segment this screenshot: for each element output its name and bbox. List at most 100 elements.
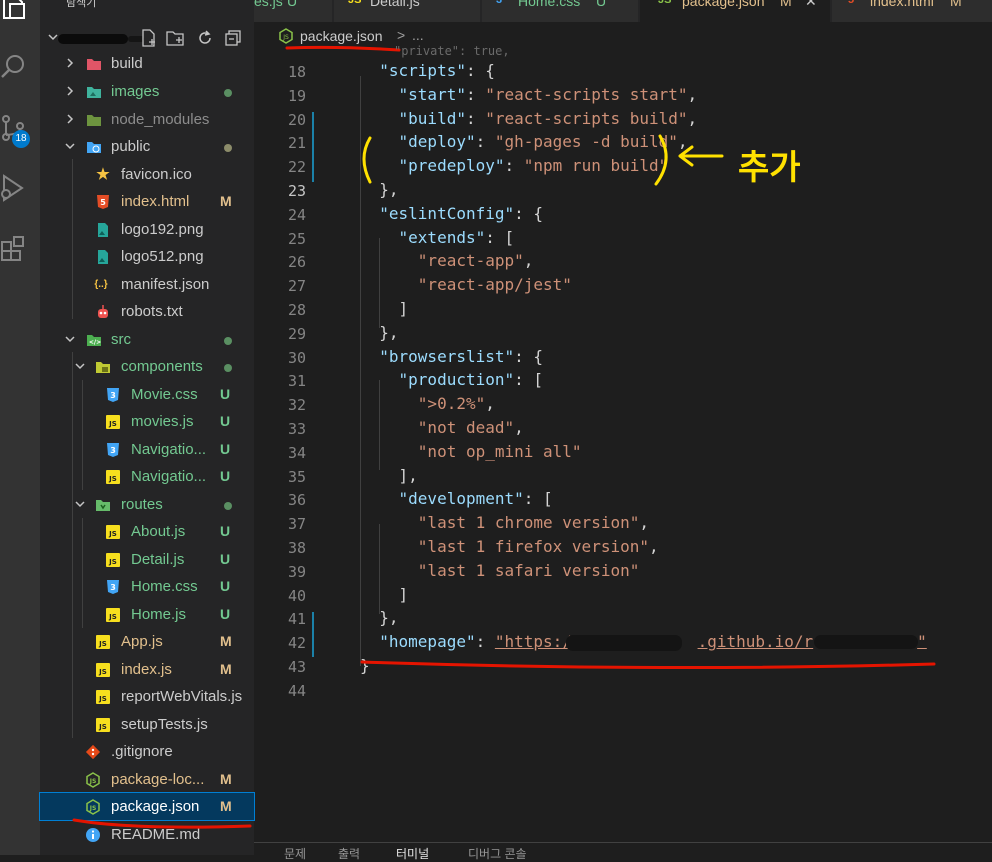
tree-item-routes[interactable]: routes <box>40 491 254 518</box>
tree-item-robots[interactable]: robots.txt <box>40 298 254 325</box>
tree-item-home-js[interactable]: JS Home.js U <box>40 601 254 628</box>
tab-label: es.js <box>254 0 283 9</box>
tree-item-app-js[interactable]: JS App.js M <box>40 628 254 655</box>
code-line[interactable]: 18 "scripts": { <box>254 60 992 84</box>
code-line[interactable]: 19 "start": "react-scripts start", <box>254 84 992 108</box>
code-line[interactable]: 30 "browserslist": { <box>254 346 992 370</box>
tree-item-images[interactable]: images <box>40 78 254 105</box>
json-key: "production" <box>398 370 515 390</box>
code-line[interactable]: 24 "eslintConfig": { <box>254 203 992 227</box>
svg-text:JS: JS <box>108 613 117 621</box>
code-line[interactable]: 33 "not dead", <box>254 417 992 441</box>
tree-item-public[interactable]: public <box>40 133 254 160</box>
tree-item-components[interactable]: components <box>40 353 254 380</box>
tree-item-build[interactable]: build <box>40 50 254 77</box>
code-line[interactable]: 25 "extends": [ <box>254 227 992 251</box>
more-actions-icon[interactable]: ··· <box>216 0 232 8</box>
code-line[interactable]: 28 ] <box>254 298 992 322</box>
tree-item-movie-css[interactable]: 3 Movie.css U <box>40 381 254 408</box>
code-line[interactable]: 41 }, <box>254 607 992 631</box>
svg-text:JS: JS <box>98 723 107 731</box>
chevron-right-icon <box>67 58 74 68</box>
tree-item-label: Movie.css <box>131 386 198 403</box>
indent-guide <box>379 524 380 614</box>
code-token: , <box>687 108 698 128</box>
tree-item-favicon[interactable]: ★ favicon.ico <box>40 161 254 188</box>
tab-movies-js[interactable]: es.js U <box>254 0 332 22</box>
tree-item-about-js[interactable]: JS About.js U <box>40 518 254 545</box>
code-line[interactable]: 37 "last 1 chrome version", <box>254 512 992 536</box>
new-file-icon[interactable] <box>140 29 158 47</box>
tree-item-gitignore[interactable]: .gitignore <box>40 738 254 765</box>
panel-tab-output[interactable]: 출력 <box>338 845 360 862</box>
code-line[interactable]: 35 ], <box>254 465 992 489</box>
js-icon: JS <box>95 662 111 678</box>
tab-index-html[interactable]: 5 index.html M <box>832 0 992 22</box>
explorer-sidebar: 탐색기 ··· build images node_modules public… <box>39 0 255 855</box>
panel-tab-problems[interactable]: 문제 <box>284 845 306 862</box>
tree-item-src[interactable]: </> src <box>40 326 254 353</box>
indent-guide <box>379 238 380 328</box>
modified-dot <box>224 337 232 345</box>
collapse-all-icon[interactable] <box>224 29 242 47</box>
code-token: : { <box>514 346 544 366</box>
tree-item-manifest[interactable]: {..} manifest.json <box>40 271 254 298</box>
tree-item-setup-tests[interactable]: JS setupTests.js <box>40 711 254 738</box>
run-debug-icon[interactable] <box>0 174 28 202</box>
close-icon[interactable]: ✕ <box>805 0 817 10</box>
explorer-icon[interactable] <box>0 0 28 22</box>
svg-text:3: 3 <box>110 446 116 455</box>
code-line[interactable]: 32 ">0.2%", <box>254 393 992 417</box>
tab-home-css[interactable]: 3 Home.css U <box>482 0 638 22</box>
workspace-root-row[interactable] <box>40 26 254 48</box>
tree-item-label: movies.js <box>131 413 194 430</box>
git-status: U <box>220 523 231 539</box>
code-text: "last 1 chrome version", <box>360 513 649 532</box>
line-number: 29 <box>287 324 306 343</box>
line-number: 40 <box>287 586 306 605</box>
tab-detail-js[interactable]: JS Detail.js <box>334 0 480 22</box>
code-line[interactable]: 38 "last 1 firefox version", <box>254 536 992 560</box>
tree-item-index-js[interactable]: JS index.js M <box>40 656 254 683</box>
svg-text:JS: JS <box>108 420 117 428</box>
tree-item-node-modules[interactable]: node_modules <box>40 106 254 133</box>
tree-item-index-html[interactable]: 5 index.html M <box>40 188 254 215</box>
code-line[interactable]: 26 "react-app", <box>254 250 992 274</box>
tree-item-logo512[interactable]: logo512.png <box>40 243 254 270</box>
code-line[interactable]: 31 "production": [ <box>254 369 992 393</box>
js-icon: JS <box>105 414 121 430</box>
code-line[interactable]: 44 <box>254 679 992 703</box>
tab-status: U <box>287 0 298 9</box>
refresh-icon[interactable] <box>196 29 214 47</box>
search-icon[interactable] <box>0 52 28 80</box>
tree-item-report-web-vitals[interactable]: JS reportWebVitals.js <box>40 683 254 710</box>
code-line[interactable]: 29 }, <box>254 322 992 346</box>
json-key: "build" <box>398 108 466 128</box>
code-editor[interactable]: "private": true, 18 "scripts": {19 "star… <box>254 44 992 842</box>
tree-item-home-css[interactable]: 3 Home.css U <box>40 573 254 600</box>
tree-item-package-lock[interactable]: JS package-loc... M <box>40 766 254 793</box>
line-number: 41 <box>287 610 306 629</box>
code-line[interactable]: 34 "not op_mini all" <box>254 441 992 465</box>
code-line[interactable]: 36 "development": [ <box>254 488 992 512</box>
git-status: U <box>220 606 231 622</box>
code-line[interactable]: 39 "last 1 safari version" <box>254 560 992 584</box>
code-text: "react-app", <box>360 251 534 270</box>
json-key: "start" <box>398 84 466 104</box>
tab-package-json[interactable]: JS package.json M ✕ <box>640 0 830 22</box>
breadcrumb-more[interactable]: ... <box>412 27 424 43</box>
chevron-down-icon <box>65 336 75 343</box>
new-folder-icon[interactable] <box>166 29 184 47</box>
tree-item-navigation-js[interactable]: JS Navigatio... U <box>40 463 254 490</box>
json-string: "last 1 safari version" <box>417 560 640 580</box>
tree-item-detail-js[interactable]: JS Detail.js U <box>40 546 254 573</box>
code-line[interactable]: 40 ] <box>254 584 992 608</box>
panel-tab-debug-console[interactable]: 디버그 콘솔 <box>468 845 527 862</box>
tree-item-logo192[interactable]: logo192.png <box>40 216 254 243</box>
tree-item-navigation-css[interactable]: 3 Navigatio... U <box>40 436 254 463</box>
extensions-icon[interactable] <box>0 234 28 262</box>
panel-tab-terminal[interactable]: 터미널 <box>396 845 429 862</box>
code-line[interactable]: 27 "react-app/jest" <box>254 274 992 298</box>
tree-item-movies-js[interactable]: JS movies.js U <box>40 408 254 435</box>
